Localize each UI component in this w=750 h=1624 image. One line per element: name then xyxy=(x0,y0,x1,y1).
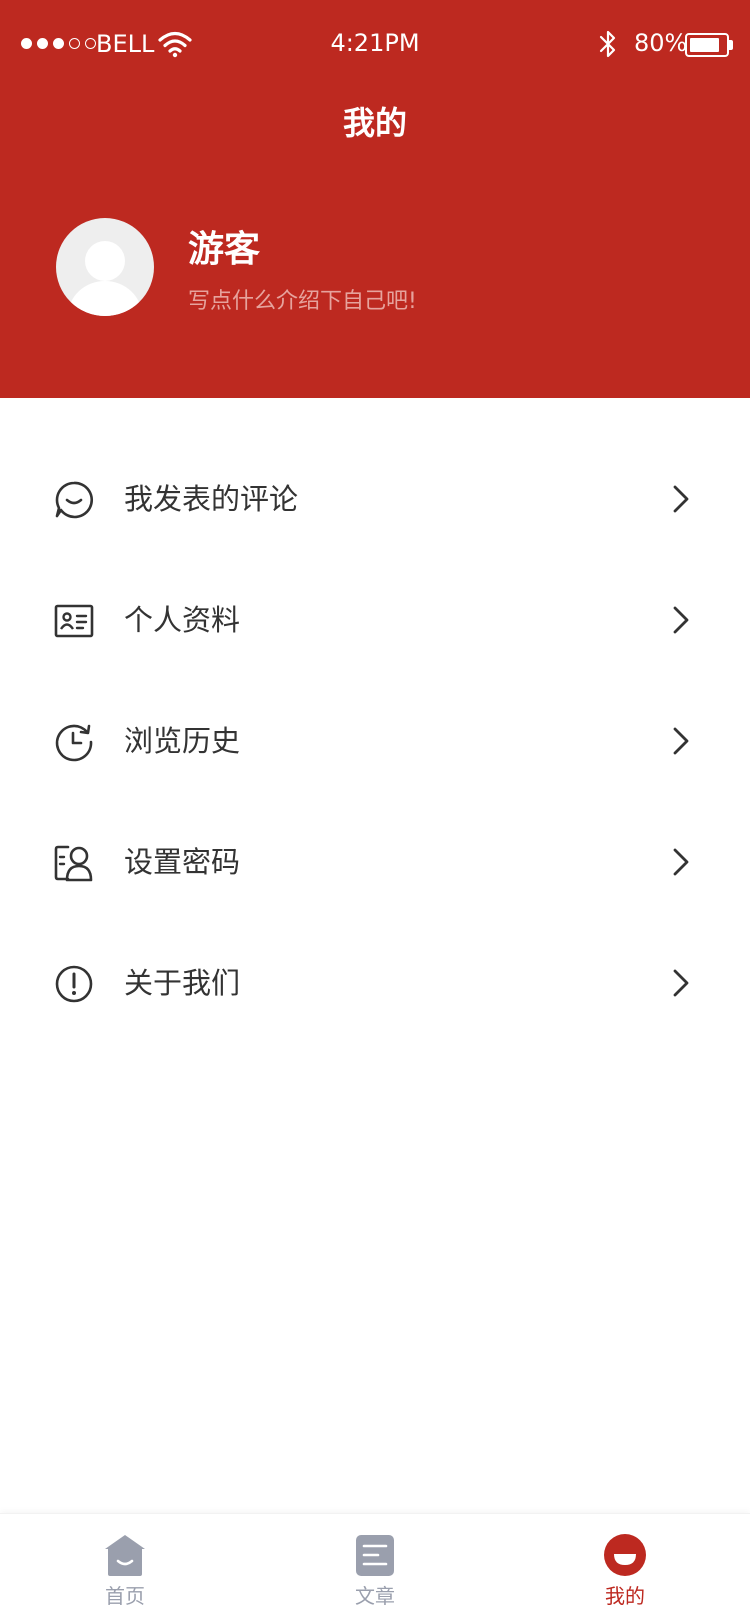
tab-label: 我的 xyxy=(605,1584,645,1608)
battery-icon xyxy=(685,33,729,57)
tab-label: 首页 xyxy=(105,1584,145,1608)
home-icon xyxy=(105,1535,145,1576)
chevron-right-icon xyxy=(673,606,689,634)
avatar[interactable] xyxy=(56,218,154,316)
battery-percentage: 80% xyxy=(634,29,688,57)
user-lock-icon xyxy=(54,845,93,882)
battery-level xyxy=(690,38,719,52)
user-avatar-icon xyxy=(68,241,142,316)
history-icon xyxy=(55,724,93,762)
chevron-right-icon xyxy=(673,727,689,755)
menu-item-set-password[interactable]: 设置密码 xyxy=(0,801,750,922)
menu-item-browsing-history[interactable]: 浏览历史 xyxy=(0,680,750,801)
chevron-right-icon xyxy=(673,485,689,513)
article-icon xyxy=(356,1535,394,1576)
tab-home[interactable]: 首页 xyxy=(0,1514,250,1624)
bluetooth-icon xyxy=(599,30,616,58)
tab-label: 文章 xyxy=(355,1584,395,1608)
tab-mine[interactable]: 我的 xyxy=(500,1514,750,1624)
comment-icon xyxy=(55,481,94,519)
tab-articles[interactable]: 文章 xyxy=(250,1514,500,1624)
info-icon xyxy=(55,965,93,1003)
id-card-icon xyxy=(54,604,94,638)
menu-item-my-comments[interactable]: 我发表的评论 xyxy=(0,438,750,559)
menu-item-profile[interactable]: 个人资料 xyxy=(0,559,750,680)
battery-cap xyxy=(729,40,733,50)
menu-item-label: 浏览历史 xyxy=(124,724,241,758)
user-bio[interactable]: 写点什么介绍下自己吧! xyxy=(188,283,417,315)
chevron-right-icon xyxy=(673,969,689,997)
menu-item-label: 设置密码 xyxy=(124,845,241,879)
menu-item-label: 个人资料 xyxy=(124,603,241,637)
profile-header: BELL 4:21PM 80% 我的 游客 写点什么介绍下自己吧! xyxy=(0,0,750,398)
page-title: 我的 xyxy=(342,104,407,142)
settings-menu: 我发表的评论 个人资料 浏览历史 设置密码 关于我们 xyxy=(0,438,750,1043)
status-bar: BELL 4:21PM 80% xyxy=(0,0,750,90)
menu-item-label: 关于我们 xyxy=(124,966,241,1000)
user-name[interactable]: 游客 xyxy=(188,220,260,272)
menu-item-label: 我发表的评论 xyxy=(124,482,299,516)
chevron-right-icon xyxy=(673,848,689,876)
bottom-tab-bar: 首页 文章 我的 xyxy=(0,1513,750,1624)
menu-item-about-us[interactable]: 关于我们 xyxy=(0,922,750,1043)
profile-icon xyxy=(604,1534,646,1576)
